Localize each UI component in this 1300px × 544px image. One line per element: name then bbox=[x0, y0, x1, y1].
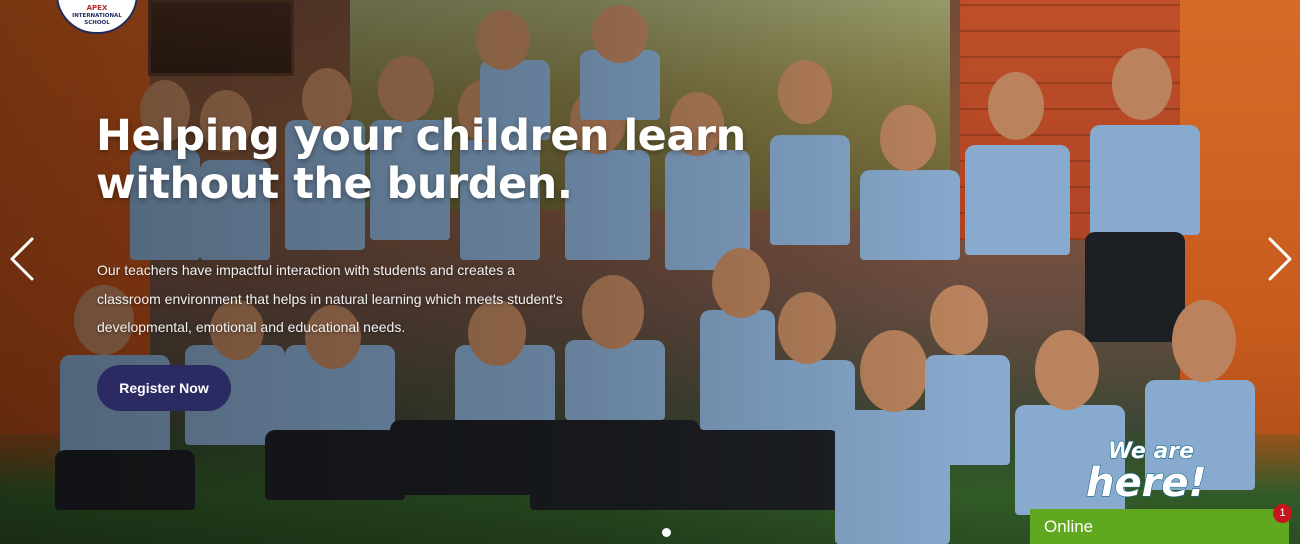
hero-description: Our teachers have impactful interaction … bbox=[97, 262, 563, 335]
carousel-indicators bbox=[662, 522, 671, 541]
logo-text: SCHOOL bbox=[84, 20, 110, 26]
chevron-right-icon bbox=[1268, 237, 1292, 281]
chat-unread-badge: 1 bbox=[1273, 504, 1292, 523]
carousel-next-button[interactable] bbox=[1266, 236, 1294, 282]
chat-status-bar[interactable]: Online bbox=[1030, 509, 1289, 544]
carousel-prev-button[interactable] bbox=[8, 236, 36, 282]
register-now-button[interactable]: Register Now bbox=[97, 365, 231, 411]
logo-text: APEX bbox=[86, 4, 108, 12]
hero-headline: Helping your children learn without the … bbox=[96, 111, 746, 209]
chat-promo-graphic[interactable]: We are here! bbox=[1082, 432, 1232, 506]
we-are-here-lettering: We are here! bbox=[1085, 438, 1207, 506]
chevron-left-icon bbox=[10, 237, 34, 281]
promo-text: We are here! bbox=[1086, 439, 1207, 506]
carousel-dot-active[interactable] bbox=[662, 528, 671, 537]
